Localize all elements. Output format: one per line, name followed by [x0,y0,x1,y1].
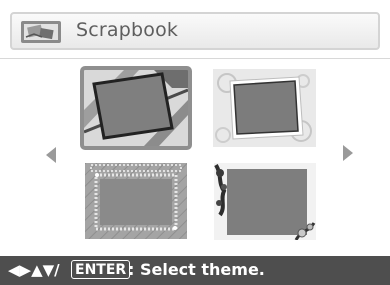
status-bar: ◀▶▲▼/ ENTER : Select theme. [0,256,390,285]
scrapbook-icon [20,20,62,44]
arrow-left-icon[interactable] [46,147,56,163]
theme-thumbnail-4[interactable] [214,163,316,240]
arrow-right-icon[interactable] [343,145,353,161]
page-title: Scrapbook [76,19,179,41]
divider [0,58,390,59]
title-bar: Scrapbook [10,12,380,50]
navigation-keys-hint: ◀▶▲▼/ [8,261,60,279]
theme-thumbnail-2[interactable] [213,69,316,147]
enter-key-label: ENTER [71,260,131,279]
status-message: : Select theme. [128,260,265,279]
theme-thumbnail-1[interactable] [84,70,188,146]
theme-thumbnail-3[interactable] [85,163,187,239]
